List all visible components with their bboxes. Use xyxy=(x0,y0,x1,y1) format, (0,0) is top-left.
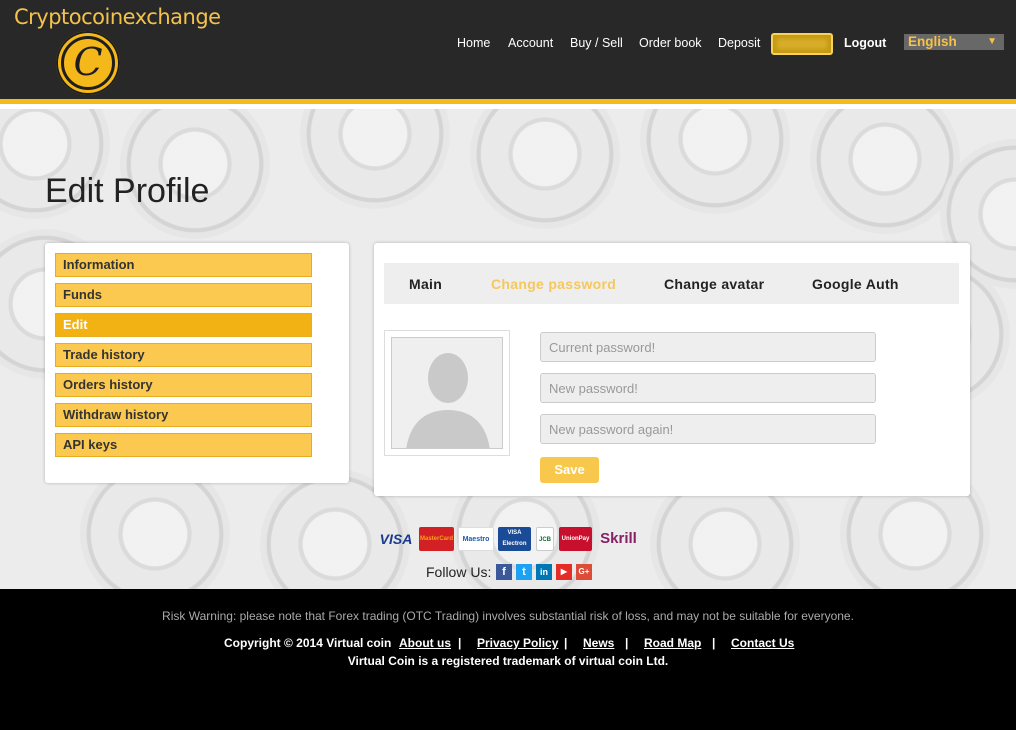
footer-link-about[interactable]: About us xyxy=(399,636,451,650)
edit-profile-panel: Main Change password Change avatar Googl… xyxy=(374,243,970,496)
facebook-icon[interactable]: f xyxy=(496,564,512,580)
sidebar-item-withdraw-history[interactable]: Withdraw history xyxy=(55,403,312,427)
sidebar-item-funds[interactable]: Funds xyxy=(55,283,312,307)
profile-sidebar: Information Funds Edit Trade history Ord… xyxy=(45,243,349,483)
google-plus-icon[interactable]: G+ xyxy=(576,564,592,580)
risk-warning: Risk Warning: please note that Forex tra… xyxy=(162,609,854,623)
avatar xyxy=(391,337,503,449)
visa-logo: VISA xyxy=(379,531,413,547)
trademark-notice: Virtual Coin is a registered trademark o… xyxy=(347,654,669,668)
youtube-icon[interactable]: ▶ xyxy=(556,564,572,580)
twitter-icon[interactable]: t xyxy=(516,564,532,580)
site-footer: Risk Warning: please note that Forex tra… xyxy=(0,589,1016,730)
nav-account[interactable]: Account xyxy=(508,36,553,50)
new-password-again-field[interactable] xyxy=(540,414,876,444)
tab-change-avatar[interactable]: Change avatar xyxy=(664,276,764,292)
maestro-logo: Maestro xyxy=(458,527,494,551)
footer-link-contact[interactable]: Contact Us xyxy=(731,636,794,650)
tab-change-password[interactable]: Change password xyxy=(491,276,616,292)
page-title: Edit Profile xyxy=(45,172,210,210)
nav-order-book[interactable]: Order book xyxy=(639,36,702,50)
footer-separator: | xyxy=(564,636,568,650)
footer-link-roadmap[interactable]: Road Map xyxy=(644,636,701,650)
coin-decoration xyxy=(810,109,960,234)
linkedin-icon[interactable]: in xyxy=(536,564,552,580)
footer-separator: | xyxy=(458,636,462,650)
logo-letter: C xyxy=(73,40,103,84)
sidebar-item-edit[interactable]: Edit xyxy=(55,313,312,337)
avatar-frame xyxy=(384,330,510,456)
footer-separator: | xyxy=(712,636,716,650)
nav-home[interactable]: Home xyxy=(457,36,490,50)
logo-icon[interactable]: C xyxy=(56,31,120,95)
tab-google-auth[interactable]: Google Auth xyxy=(812,276,899,292)
visa-electron-logo: VISA Electron xyxy=(498,527,531,551)
jcb-logo: JCB xyxy=(536,527,554,551)
unionpay-logo: UnionPay xyxy=(559,527,592,551)
coin-decoration xyxy=(300,109,450,209)
tab-main[interactable]: Main xyxy=(409,276,442,292)
new-password-field[interactable] xyxy=(540,373,876,403)
user-silhouette-icon xyxy=(392,338,502,448)
nav-logout[interactable]: Logout xyxy=(844,36,886,50)
nav-buy-sell[interactable]: Buy / Sell xyxy=(570,36,623,50)
sidebar-item-orders-history[interactable]: Orders history xyxy=(55,373,312,397)
sidebar-item-trade-history[interactable]: Trade history xyxy=(55,343,312,367)
coin-decoration xyxy=(640,109,790,214)
sidebar-item-information[interactable]: Information xyxy=(55,253,312,277)
brand-name[interactable]: Cryptocoinexchange xyxy=(14,5,221,29)
mastercard-logo: MasterCard xyxy=(419,527,454,551)
language-value: English xyxy=(908,34,957,49)
current-password-field[interactable] xyxy=(540,332,876,362)
site-header: Cryptocoinexchange C Home Account Buy / … xyxy=(0,0,1016,104)
follow-us-label: Follow Us: xyxy=(426,564,492,580)
nav-deposit[interactable]: Deposit xyxy=(718,36,760,50)
skrill-logo: Skrill xyxy=(600,530,637,547)
coin-decoration xyxy=(470,109,620,229)
save-button[interactable]: Save xyxy=(540,457,599,483)
footer-link-news[interactable]: News xyxy=(583,636,614,650)
profile-tabs: Main Change password Change avatar Googl… xyxy=(384,263,959,304)
copyright: Copyright © 2014 Virtual coin xyxy=(224,636,392,650)
sidebar-item-api-keys[interactable]: API keys xyxy=(55,433,312,457)
chevron-down-icon: ▼ xyxy=(987,36,997,47)
footer-separator: | xyxy=(625,636,629,650)
language-select[interactable]: English ▼ xyxy=(904,34,1004,50)
footer-link-privacy[interactable]: Privacy Policy xyxy=(477,636,558,650)
account-balance-button[interactable] xyxy=(771,33,833,55)
